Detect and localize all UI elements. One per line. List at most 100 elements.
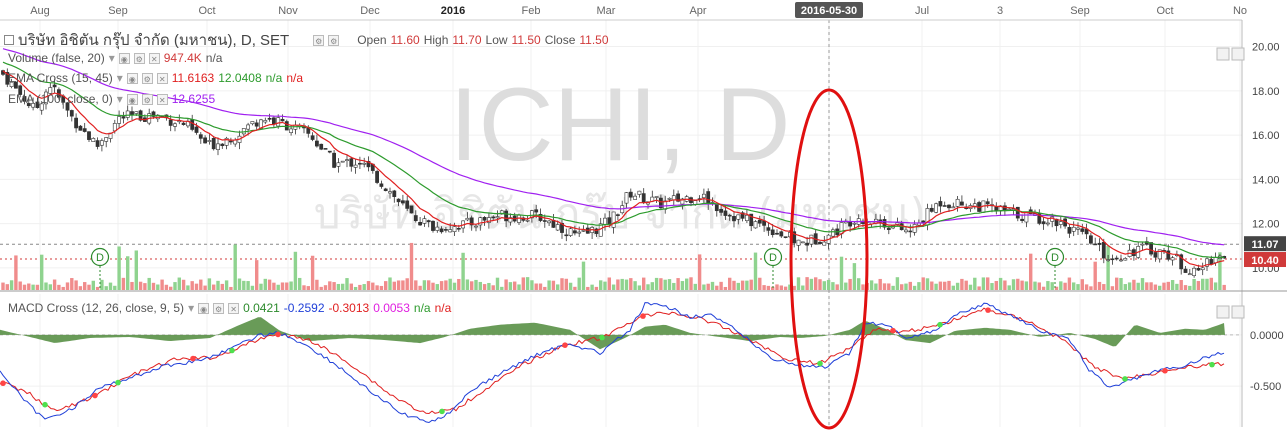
close-icon[interactable]: ✕ [148,52,160,64]
volume-bar [207,278,212,290]
candle-body [332,152,337,168]
volume-bar [435,284,439,290]
volume-bar [22,284,27,290]
candle-body [379,183,384,187]
time-tick-label: Aug [30,5,50,17]
candle-body [994,206,999,211]
candle-body [95,140,100,147]
volume-bar [315,279,319,290]
volume-bar [336,283,341,290]
volume-bar [603,281,607,290]
chevron-down-icon[interactable]: ▾ [109,51,115,65]
chevron-down-icon[interactable]: ▾ [188,301,194,315]
volume-bar [9,280,14,290]
candle-body [357,162,362,165]
macd-cross-dot [42,401,48,408]
volume-bar [831,282,835,290]
eye-icon[interactable]: ◉ [198,302,210,314]
chevron-down-icon[interactable]: ▾ [117,92,123,106]
high-value: 11.70 [452,33,482,47]
candle-body [431,220,435,231]
chevron-down-icon[interactable]: ▾ [117,71,123,85]
settings-icon[interactable]: ⚙ [328,34,340,46]
candle-body [809,234,814,245]
candle-body [246,124,251,130]
volume-label: Volume (false, 20) [8,51,105,65]
candle-body [121,116,126,119]
volume-bar [1205,278,1209,290]
volume-bar [1115,277,1119,290]
volume-bar [14,255,18,290]
volume-bar [680,281,685,290]
volume-bar [1076,284,1080,290]
close-icon[interactable]: ✕ [228,302,240,314]
volume-bar [272,282,276,290]
macd-cross-dot [190,355,196,362]
volume-bar [525,277,530,290]
candle-body [82,128,87,132]
crosshair-date-label: 2016-05-30 [801,5,857,17]
gear-icon[interactable]: ⚙ [141,72,153,84]
ema-cross-legend[interactable]: EMA Cross (15, 45) ▾ ◉ ⚙ ✕ 11.6163 12.04… [8,71,303,85]
candle-body [1170,257,1175,261]
macd-legend[interactable]: MACD Cross (12, 26, close, 9, 5) ▾ ◉ ⚙ ✕… [8,301,451,315]
volume-bar [40,254,44,290]
volume-bar [637,285,642,290]
gear-icon[interactable]: ⚙ [141,93,153,105]
volume-bar [289,281,293,290]
candle-body [349,158,354,167]
time-tick-label: Sep [1070,5,1090,17]
candle-body [229,140,233,143]
candle-body [1106,259,1111,261]
volume-bar [1222,284,1226,290]
gear-icon[interactable]: ⚙ [133,52,145,64]
checkbox-icon[interactable] [4,35,14,45]
volume-bar [246,281,250,290]
volume-bar [728,277,732,290]
volume-bar [151,282,156,290]
volume-bar [538,283,543,290]
volume-bar [646,284,650,290]
candle-body [641,193,646,203]
candle-body [770,229,775,236]
volume-bar [607,277,611,290]
eye-icon[interactable]: ◉ [126,93,138,105]
volume-bar [224,280,229,290]
candle-body [727,214,732,217]
macd-hist-value: 0.0421 [243,301,280,315]
candle-body [392,190,397,197]
volume-bar [822,281,826,290]
volume-legend[interactable]: Volume (false, 20) ▾ ◉ ⚙ ✕ 947.4K n/a [8,51,222,65]
volume-bar [362,284,366,290]
volume-bar [491,285,495,290]
eye-icon[interactable]: ◉ [118,52,130,64]
candle-body [706,191,711,204]
ema-legend[interactable]: EMA (100, close, 0) ▾ ◉ ⚙ ✕ 12.6255 [8,92,215,106]
volume-bar [5,284,9,290]
ema-cross-label: EMA Cross (15, 45) [8,71,113,85]
volume-bar [1089,286,1093,290]
volume-bar [478,281,482,290]
close-icon[interactable]: ✕ [156,72,168,84]
candle-body [985,201,990,205]
close-icon[interactable]: ✕ [156,93,168,105]
symbol-legend: บริษัท อิชิตัน กรุ๊ป จำกัด (มหาชน), D, S… [4,28,609,52]
time-tick-label: Jul [915,5,929,17]
macd-cross-dot [275,331,281,338]
gear-icon[interactable]: ⚙ [313,34,325,46]
volume-bar [242,280,246,290]
volume-bar [895,277,900,290]
eye-icon[interactable]: ◉ [126,72,138,84]
volume-bar [130,281,134,290]
volume-bar [715,285,719,290]
time-tick-label: No [1233,5,1247,17]
volume-bar [805,277,809,290]
volume-bar [267,279,272,290]
volume-bar [517,284,521,290]
volume-bar [427,280,431,290]
volume-bar [809,278,814,290]
volume-bar [310,255,315,290]
candle-body [220,143,225,147]
gear-icon[interactable]: ⚙ [213,302,225,314]
candle-body [633,195,638,200]
